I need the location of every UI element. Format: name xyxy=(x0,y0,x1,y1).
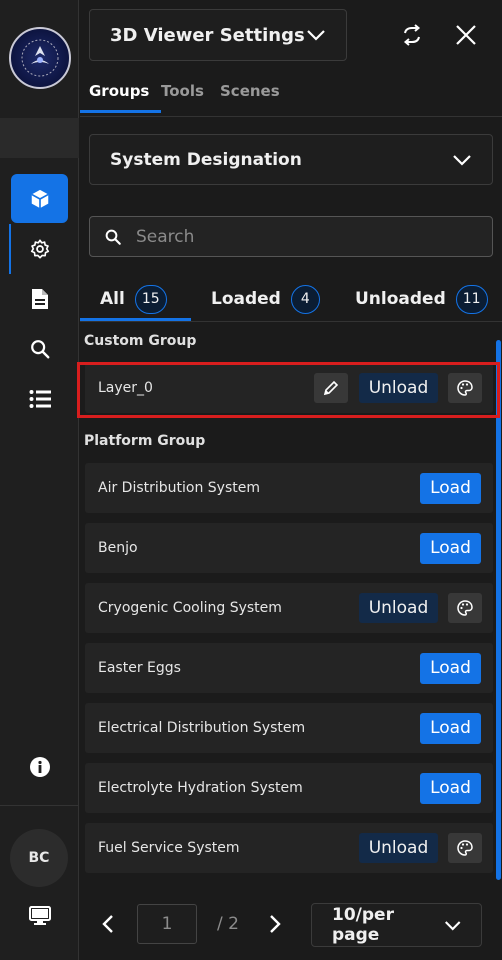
filter-unloaded-count: 11 xyxy=(455,284,488,314)
filter-unloaded-label: Unloaded xyxy=(355,289,446,309)
chevron-down-icon xyxy=(453,154,471,166)
list-item: Easter Eggs Load xyxy=(85,643,493,693)
system-designation-select[interactable]: System Designation xyxy=(89,134,493,185)
palette-icon xyxy=(457,380,473,396)
monitor-icon xyxy=(28,905,51,925)
info-button[interactable] xyxy=(11,742,68,791)
layer-name: Layer_0 xyxy=(98,380,153,396)
close-button[interactable] xyxy=(450,18,482,52)
rail-item-3d-viewer[interactable] xyxy=(11,174,68,223)
document-icon xyxy=(31,288,48,309)
filter-all-label: All xyxy=(100,289,125,309)
filter-loaded-count: 4 xyxy=(290,284,320,314)
list-item: Fuel Service System Unload xyxy=(85,823,493,873)
group-header-custom: Custom Group xyxy=(84,333,197,349)
palette-icon xyxy=(457,600,473,616)
refresh-button[interactable] xyxy=(396,18,428,52)
group-list: Custom Group Layer_0 Unload Platform Gro… xyxy=(80,322,502,882)
per-page-value: 10/per page xyxy=(332,905,394,945)
panel-title: 3D Viewer Settings xyxy=(110,24,305,46)
tab-active-underline xyxy=(80,110,161,113)
edit-button[interactable] xyxy=(314,373,348,403)
list-item: Layer_0 Unload xyxy=(85,363,493,413)
list-item: Benjo Load xyxy=(85,523,493,573)
pencil-icon xyxy=(323,380,339,396)
refresh-icon xyxy=(403,24,421,46)
load-button[interactable]: Load xyxy=(420,532,481,564)
pagination: 1 / 2 10/per page xyxy=(80,888,502,960)
system-name: Easter Eggs xyxy=(98,660,181,676)
search-box xyxy=(89,216,493,257)
avatar[interactable]: BC xyxy=(10,829,68,887)
tab-scenes[interactable]: Scenes xyxy=(220,82,280,100)
page-number-input[interactable]: 1 xyxy=(137,904,197,944)
per-page-select[interactable]: 10/per page xyxy=(311,903,482,947)
list-scrollbar[interactable] xyxy=(496,340,501,880)
chevron-left-icon[interactable] xyxy=(102,914,114,934)
filter-tab-unloaded[interactable]: Unloaded 11 xyxy=(355,278,488,320)
search-icon xyxy=(105,229,121,245)
load-button[interactable]: Load xyxy=(420,652,481,684)
system-name: Electrolyte Hydration System xyxy=(98,780,303,796)
organization-seal-logo[interactable] xyxy=(9,27,71,89)
system-name: Air Distribution System xyxy=(98,480,261,496)
close-icon xyxy=(456,25,476,45)
search-icon xyxy=(30,339,49,358)
settings-panel: 3D Viewer Settings Groups Tools Scenes S… xyxy=(80,0,502,960)
rail-item-settings[interactable] xyxy=(11,224,68,273)
tabs-separator xyxy=(80,116,502,117)
unload-button[interactable]: Unload xyxy=(359,593,438,623)
rail-item-list[interactable] xyxy=(11,374,68,423)
gear-icon xyxy=(30,238,49,259)
system-name: Electrical Distribution System xyxy=(98,720,306,736)
total-pages: / 2 xyxy=(217,914,239,934)
panel-title-select[interactable]: 3D Viewer Settings xyxy=(89,9,347,61)
filter-loaded-label: Loaded xyxy=(211,289,281,309)
color-palette-button[interactable] xyxy=(448,373,482,403)
left-rail: BC xyxy=(0,0,79,960)
panel-tabs: Groups Tools Scenes xyxy=(80,74,502,114)
search-input[interactable] xyxy=(136,226,466,247)
color-palette-button[interactable] xyxy=(448,833,482,863)
tab-tools[interactable]: Tools xyxy=(161,82,204,100)
chevron-down-icon xyxy=(307,30,325,41)
list-item: Electrolyte Hydration System Load xyxy=(85,763,493,813)
list-item: Electrical Distribution System Load xyxy=(85,703,493,753)
load-button[interactable]: Load xyxy=(420,772,481,804)
group-header-platform: Platform Group xyxy=(84,433,206,449)
load-button[interactable]: Load xyxy=(420,712,481,744)
tab-groups[interactable]: Groups xyxy=(89,82,149,100)
list-item: Cryogenic Cooling System Unload xyxy=(85,583,493,633)
list-item: Air Distribution System Load xyxy=(85,463,493,513)
monitor-button[interactable] xyxy=(11,891,68,940)
system-name: Cryogenic Cooling System xyxy=(98,600,282,616)
cube-icon xyxy=(30,189,49,208)
chevron-right-icon[interactable] xyxy=(269,914,281,934)
system-name: Benjo xyxy=(98,540,138,556)
filter-all-count: 15 xyxy=(134,284,167,314)
unload-button[interactable]: Unload xyxy=(359,373,438,403)
palette-icon xyxy=(457,840,473,856)
color-palette-button[interactable] xyxy=(448,593,482,623)
avatar-initials: BC xyxy=(28,850,50,866)
rail-separator xyxy=(0,805,79,806)
rail-item-search[interactable] xyxy=(11,324,68,373)
chevron-down-icon xyxy=(444,920,460,930)
rail-item-documents[interactable] xyxy=(11,274,68,323)
rail-divider-band xyxy=(0,118,79,158)
system-name: Fuel Service System xyxy=(98,840,240,856)
system-designation-value: System Designation xyxy=(110,149,302,170)
list-icon xyxy=(29,389,51,408)
info-icon xyxy=(29,756,50,777)
filter-tab-all[interactable]: All 15 xyxy=(100,278,167,320)
load-button[interactable]: Load xyxy=(420,472,481,504)
filter-tab-loaded[interactable]: Loaded 4 xyxy=(211,278,320,320)
unload-button[interactable]: Unload xyxy=(359,833,438,863)
